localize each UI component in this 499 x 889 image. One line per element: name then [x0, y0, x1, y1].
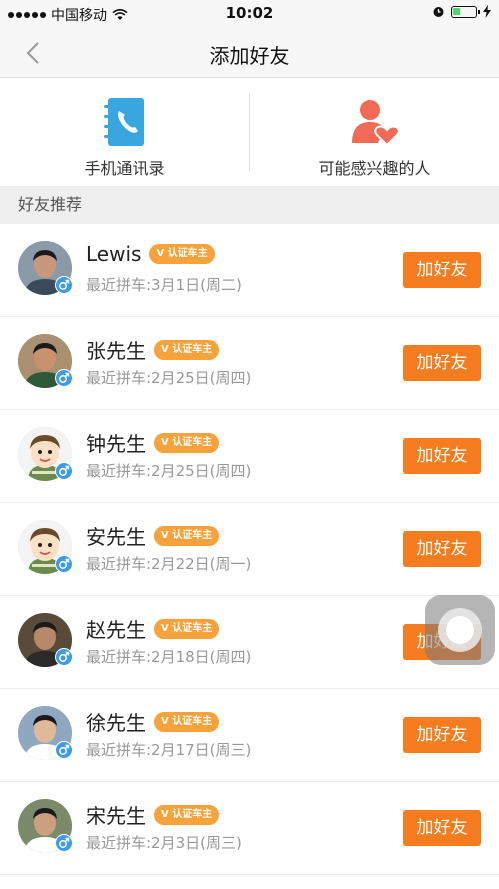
friend-row[interactable]: 钟先生 V 认证车主 最近拼车:2月25日(周四) 加好友: [0, 410, 499, 503]
male-gender-icon: [55, 648, 73, 666]
alarm-icon: [433, 7, 444, 17]
add-friend-button[interactable]: 加好友: [403, 810, 481, 846]
friend-row[interactable]: 徐先生 V 认证车主 最近拼车:2月17日(周三) 加好友: [0, 689, 499, 782]
section-title: 好友推荐: [0, 186, 499, 224]
friend-row[interactable]: 安先生 V 认证车主 最近拼车:2月22日(周一) 加好友: [0, 503, 499, 596]
verified-owner-badge: V 认证车主: [154, 618, 220, 639]
assistive-touch-core: [446, 616, 474, 644]
contacts-label: 手机通讯录: [84, 159, 165, 178]
friend-name: Lewis: [86, 242, 142, 266]
friend-row[interactable]: Lewis V 认证车主 最近拼车:3月1日(周二) 加好友: [0, 224, 499, 317]
friend-row[interactable]: 宋先生 V 认证车主 最近拼车:2月3日(周三) 加好友: [0, 782, 499, 875]
verified-owner-badge: V 认证车主: [149, 244, 215, 264]
add-friend-button[interactable]: 加好友: [403, 252, 481, 288]
name-line: 赵先生 V 认证车主: [86, 614, 220, 643]
verified-owner-badge: V 认证车主: [154, 711, 220, 732]
add-friend-button[interactable]: 加好友: [403, 438, 481, 474]
add-friend-button[interactable]: 加好友: [403, 531, 481, 567]
verified-owner-badge: V 认证车主: [154, 432, 220, 453]
last-carpool-date: 最近拼车:2月3日(周三): [86, 834, 242, 852]
interested-people-entry[interactable]: 可能感兴趣的人: [250, 79, 499, 186]
interested-people-label: 可能感兴趣的人: [318, 159, 431, 178]
male-gender-icon: [55, 555, 73, 573]
last-carpool-date: 最近拼车:2月17日(周三): [86, 741, 252, 759]
phone-book-icon: [100, 97, 150, 147]
male-gender-icon: [55, 276, 73, 294]
name-line: 宋先生 V 认证车主: [86, 800, 220, 829]
name-line: 钟先生 V 认证车主: [86, 428, 220, 457]
name-line: 徐先生 V 认证车主: [86, 707, 220, 736]
male-gender-icon: [55, 834, 73, 852]
male-gender-icon: [55, 741, 73, 759]
add-friend-button[interactable]: 加好友: [403, 345, 481, 381]
verified-owner-badge: V 认证车主: [154, 804, 220, 825]
friend-name: 钟先生: [86, 432, 146, 456]
nav-bar: 添加好友: [0, 28, 499, 78]
name-line: 安先生 V 认证车主: [86, 521, 220, 550]
name-line: Lewis V 认证车主: [86, 242, 215, 266]
last-carpool-date: 最近拼车:2月22日(周一): [86, 555, 252, 573]
status-time: 10:02: [225, 4, 274, 22]
quick-actions: 手机通讯录 可能感兴趣的人: [0, 79, 499, 186]
name-line: 张先生 V 认证车主: [86, 335, 220, 364]
friend-list: Lewis V 认证车主 最近拼车:3月1日(周二) 加好友 张先生 V 认证车…: [0, 224, 499, 875]
charging-icon: [483, 5, 491, 18]
male-gender-icon: [55, 462, 73, 480]
friend-name: 赵先生: [86, 618, 146, 642]
status-right: [432, 5, 491, 18]
verified-owner-badge: V 认证车主: [154, 339, 220, 360]
friend-name: 徐先生: [86, 711, 146, 735]
friend-name: 宋先生: [86, 804, 146, 828]
verified-owner-badge: V 认证车主: [154, 525, 220, 546]
person-heart-icon: [350, 97, 400, 147]
add-friend-button[interactable]: 加好友: [403, 717, 481, 753]
assistive-touch-button[interactable]: [425, 595, 495, 665]
last-carpool-date: 最近拼车:3月1日(周二): [86, 276, 242, 294]
status-bar: 中国移动 10:02: [0, 0, 499, 28]
friend-row[interactable]: 张先生 V 认证车主 最近拼车:2月25日(周四) 加好友: [0, 317, 499, 410]
assistive-touch-ring: [438, 608, 482, 652]
last-carpool-date: 最近拼车:2月25日(周四): [86, 369, 252, 387]
last-carpool-date: 最近拼车:2月25日(周四): [86, 462, 252, 480]
last-carpool-date: 最近拼车:2月18日(周四): [86, 648, 252, 666]
male-gender-icon: [55, 369, 73, 387]
friend-name: 张先生: [86, 339, 146, 363]
contacts-entry[interactable]: 手机通讯录: [0, 79, 249, 186]
battery-level: [453, 7, 460, 15]
friend-name: 安先生: [86, 525, 146, 549]
page-title: 添加好友: [209, 44, 290, 68]
battery-icon: [451, 5, 480, 18]
